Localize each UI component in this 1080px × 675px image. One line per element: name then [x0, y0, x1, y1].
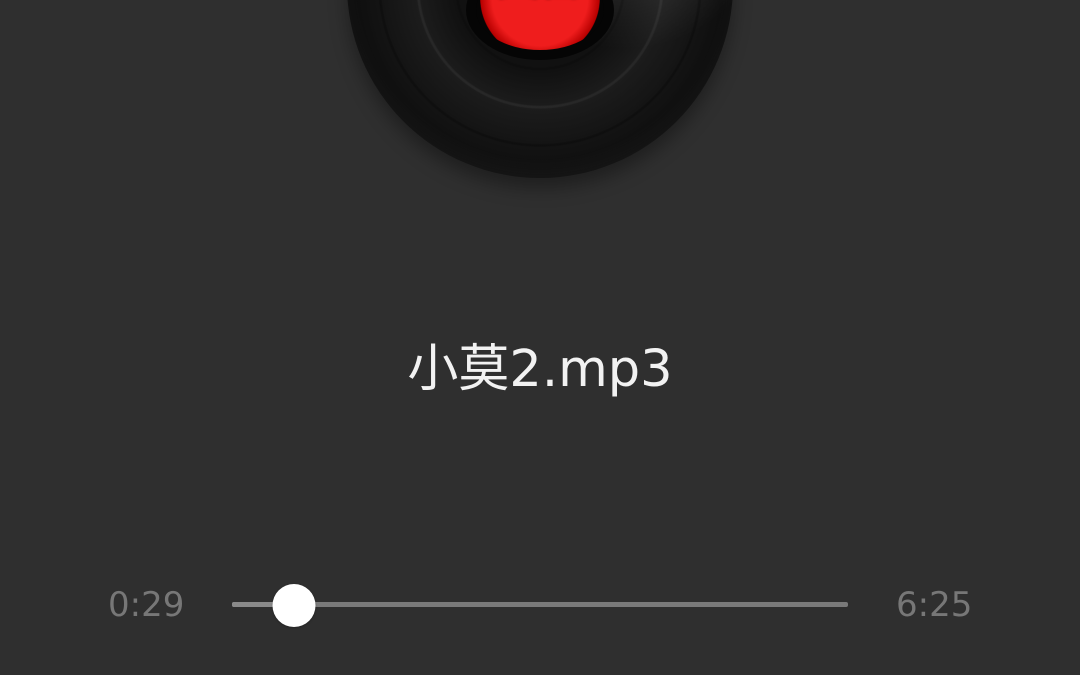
progress-thumb[interactable]	[272, 583, 316, 627]
track-title: 小莫2.mp3	[407, 340, 673, 399]
progress-track[interactable]	[232, 602, 848, 607]
current-time: 0:29	[108, 585, 185, 625]
total-time: 6:25	[896, 585, 973, 625]
progress-slider[interactable]	[232, 583, 848, 627]
music-player-screen: 英雷 小莫2.mp3 0:29 6:25	[0, 0, 1080, 675]
